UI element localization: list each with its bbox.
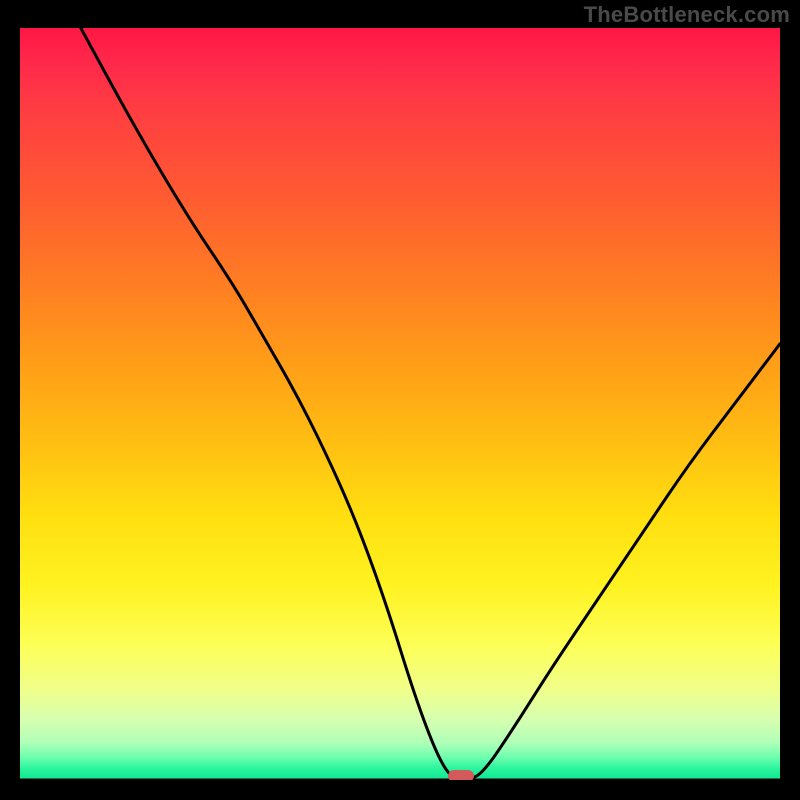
chart-frame: TheBottleneck.com (0, 0, 800, 800)
optimum-marker (448, 770, 474, 780)
watermark-text: TheBottleneck.com (584, 2, 790, 28)
bottleneck-curve-path (81, 28, 780, 780)
curve-svg (20, 28, 780, 780)
plot-area (20, 28, 780, 780)
